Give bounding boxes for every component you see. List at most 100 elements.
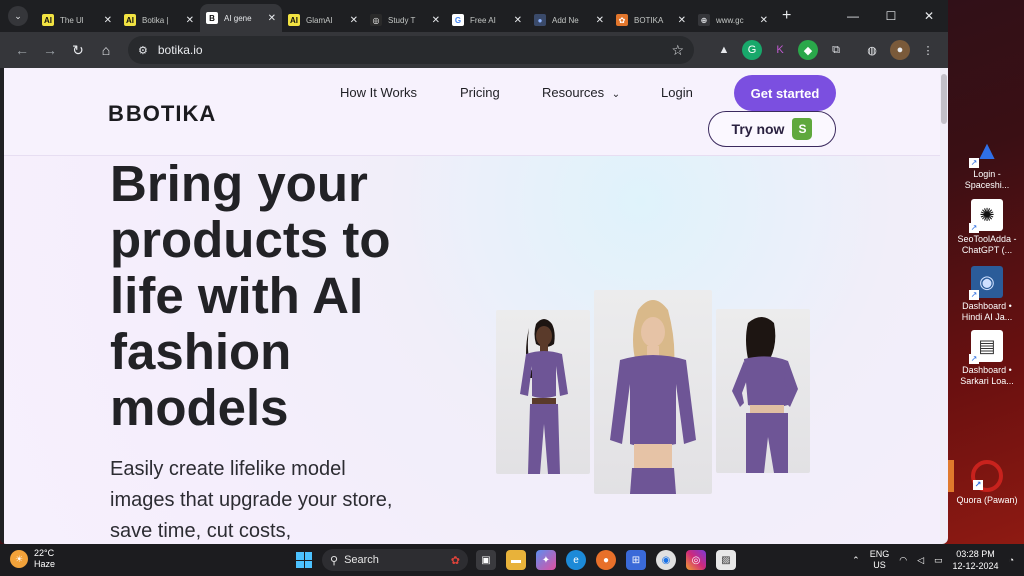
battery-icon[interactable]: ▭ bbox=[934, 555, 943, 566]
bookmark-star-icon[interactable]: ☆ bbox=[671, 42, 684, 59]
instagram-icon[interactable]: ◎ bbox=[686, 550, 706, 570]
desktop-icon-hindi-ai[interactable]: ◉ ↗ Dashboard • Hindi AI Ja... bbox=[954, 266, 1020, 323]
tab-close-icon[interactable]: ✕ bbox=[514, 15, 522, 26]
home-button[interactable]: ⌂ bbox=[92, 36, 120, 64]
taskbar-search[interactable]: ⚲ Search ✿ bbox=[322, 549, 468, 571]
browser-tab[interactable]: AI The Ul ✕ bbox=[36, 8, 118, 32]
spaceship-icon: ▲ ↗ bbox=[969, 134, 1000, 168]
document-icon: ▤ ↗ bbox=[969, 330, 1003, 364]
copilot-icon[interactable]: ✦ bbox=[536, 550, 556, 570]
nav-resources[interactable]: Resources ⌄ bbox=[542, 85, 620, 100]
nav-login[interactable]: Login bbox=[661, 85, 693, 100]
tab-favicon-icon: ◎ bbox=[370, 14, 382, 26]
browser-menu-icon[interactable]: ⋮ bbox=[918, 40, 938, 60]
tab-close-icon[interactable]: ✕ bbox=[432, 15, 440, 26]
model-image-right bbox=[716, 309, 810, 473]
tab-favicon-icon: ⊕ bbox=[698, 14, 710, 26]
search-highlight-icon: ✿ bbox=[450, 554, 460, 567]
nav-pricing[interactable]: Pricing bbox=[460, 85, 500, 100]
reload-button[interactable]: ↻ bbox=[64, 36, 92, 64]
extension-green-icon[interactable]: ◆ bbox=[798, 40, 818, 60]
region-code: US bbox=[873, 560, 886, 570]
tab-search-button[interactable]: ⌄ bbox=[8, 6, 28, 26]
new-tab-button[interactable]: + bbox=[782, 7, 791, 25]
chevron-down-icon: ⌄ bbox=[611, 89, 621, 100]
tab-favicon-icon: AI bbox=[124, 14, 136, 26]
desktop-icon-spaceship[interactable]: ▲ ↗ Login - Spaceshi... bbox=[954, 134, 1020, 191]
weather-condition: Haze bbox=[34, 559, 56, 569]
browser-tab[interactable]: AI GlamAI ✕ bbox=[282, 8, 364, 32]
desktop-icon-label: Dashboard • Hindi AI Ja... bbox=[961, 301, 1013, 322]
browser-tab[interactable]: ● Add Ne ✕ bbox=[528, 8, 610, 32]
tab-close-icon[interactable]: ✕ bbox=[760, 15, 768, 26]
desktop-icon-quora[interactable]: ↗ Quora (Pawan) bbox=[954, 460, 1020, 506]
weather-temperature: 22°C bbox=[34, 548, 55, 558]
start-button[interactable] bbox=[296, 552, 312, 568]
try-now-button[interactable]: Try now S bbox=[708, 111, 836, 147]
close-window-button[interactable]: ✕ bbox=[910, 0, 948, 32]
weather-widget[interactable]: ☀ 22°C Haze bbox=[10, 548, 55, 570]
browser-tab[interactable]: ◎ Study T ✕ bbox=[364, 8, 446, 32]
nav-how-it-works[interactable]: How It Works bbox=[340, 85, 417, 100]
botika-logo[interactable]: B BOTIKA bbox=[108, 101, 216, 127]
taskbar-apps: ▣ ▬ ✦ e ● ⊞ ◉ ◎ ▨ bbox=[476, 550, 736, 570]
tab-favicon-icon: AI bbox=[288, 14, 300, 26]
browser-tab[interactable]: AI Botika | ✕ bbox=[118, 8, 200, 32]
browser-window: ⌄ AI The Ul ✕ AI Botika | ✕ B AI gene ✕ AI GlamAI ✕… bbox=[0, 0, 948, 544]
url-text: botika.io bbox=[157, 43, 203, 57]
maximize-button[interactable]: ☐ bbox=[872, 0, 910, 32]
windows-taskbar: ☀ 22°C Haze ⚲ Search ✿ ▣ ▬ ✦ e ● ⊞ ◉ ◎ ▨… bbox=[0, 544, 1024, 576]
grammarly-icon[interactable]: G bbox=[742, 40, 762, 60]
page-scrollbar[interactable] bbox=[940, 68, 948, 544]
tray-overflow-icon[interactable]: ⌃ bbox=[852, 555, 860, 566]
desktop-icon-chatgpt[interactable]: ✺ ↗ SeoToolAdda - ChatGPT (... bbox=[954, 199, 1020, 256]
language-indicator[interactable]: ENG US bbox=[870, 549, 890, 571]
clock-date: 12-12-2024 bbox=[952, 561, 999, 571]
forward-button[interactable]: → bbox=[36, 36, 64, 64]
extensions-puzzle-icon[interactable]: ⧉ bbox=[826, 40, 846, 60]
browser-tab[interactable]: B AI gene ✕ bbox=[200, 4, 282, 32]
address-bar[interactable]: ⚙ botika.io ☆ bbox=[128, 36, 694, 64]
file-explorer-icon[interactable]: ▬ bbox=[506, 550, 526, 570]
browser-tab[interactable]: G Free AI ✕ bbox=[446, 8, 528, 32]
browser-tab[interactable]: ✿ BOTIKA ✕ bbox=[610, 8, 692, 32]
scrollbar-thumb[interactable] bbox=[941, 74, 947, 124]
wifi-icon[interactable]: ◠ bbox=[899, 555, 907, 566]
extension-mountain-icon[interactable]: ▲ bbox=[714, 40, 734, 60]
task-view-icon[interactable]: ▣ bbox=[476, 550, 496, 570]
clock[interactable]: 03:28 PM 12-12-2024 bbox=[953, 548, 999, 572]
tab-favicon-icon: ✿ bbox=[616, 14, 628, 26]
tab-title: Free AI bbox=[470, 15, 496, 25]
minimize-button[interactable]: — bbox=[834, 0, 872, 32]
desktop-icon-sarkari[interactable]: ▤ ↗ Dashboard • Sarkari Loa... bbox=[954, 330, 1020, 387]
tab-title: The Ul bbox=[60, 15, 84, 25]
tab-title: Add Ne bbox=[552, 15, 579, 25]
tab-close-icon[interactable]: ✕ bbox=[268, 13, 276, 24]
tab-close-icon[interactable]: ✕ bbox=[104, 15, 112, 26]
tab-close-icon[interactable]: ✕ bbox=[350, 15, 358, 26]
tab-close-icon[interactable]: ✕ bbox=[596, 15, 604, 26]
notifications-icon[interactable]: ◔ bbox=[1009, 555, 1014, 565]
model-image-left bbox=[496, 310, 590, 474]
performance-icon[interactable]: ◍ bbox=[862, 40, 882, 60]
tab-title: Study T bbox=[388, 15, 416, 25]
hero-subtitle: Easily create lifelike model images that… bbox=[110, 458, 393, 542]
extension-k-icon[interactable]: K bbox=[770, 40, 790, 60]
profile-avatar[interactable]: ● bbox=[890, 40, 910, 60]
tab-close-icon[interactable]: ✕ bbox=[678, 15, 686, 26]
store-icon[interactable]: ⊞ bbox=[626, 550, 646, 570]
tab-title: Botika | bbox=[142, 15, 169, 25]
browser-tab[interactable]: ⊕ www.gc ✕ bbox=[692, 8, 774, 32]
web-page: B BOTIKA How It Works Pricing Resources … bbox=[4, 68, 940, 544]
quora-icon: ↗ bbox=[971, 460, 1003, 492]
site-info-icon[interactable]: ⚙ bbox=[138, 44, 148, 57]
back-button[interactable]: ← bbox=[8, 36, 36, 64]
edge-icon[interactable]: e bbox=[566, 550, 586, 570]
get-started-button[interactable]: Get started bbox=[734, 75, 836, 111]
photos-icon[interactable]: ▨ bbox=[716, 550, 736, 570]
volume-icon[interactable]: ◁ bbox=[917, 555, 924, 566]
firefox-icon[interactable]: ● bbox=[596, 550, 616, 570]
chrome-icon[interactable]: ◉ bbox=[656, 550, 676, 570]
tab-close-icon[interactable]: ✕ bbox=[186, 15, 194, 26]
nav-resources-label: Resources bbox=[542, 85, 605, 100]
